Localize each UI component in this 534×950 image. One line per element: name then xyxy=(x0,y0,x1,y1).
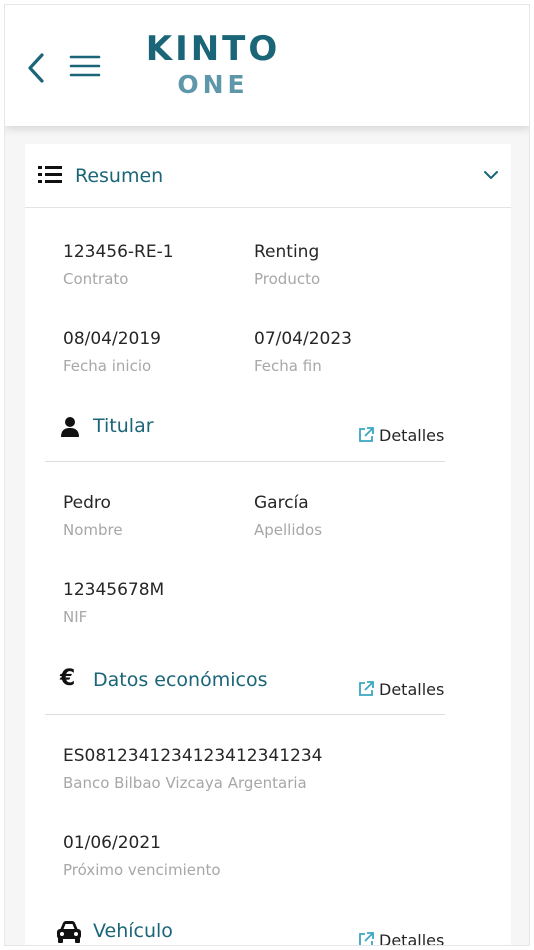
next-due-value: 01/06/2021 xyxy=(63,833,161,853)
nif-value: 12345678M xyxy=(63,580,165,600)
kinto-one-logo: KINTO ONE xyxy=(143,29,283,109)
contract-summary-card: Resumen 123456-RE-1 Contrato Renting Pro… xyxy=(25,144,511,946)
bank-name-label: Banco Bilbao Vizcaya Argentaria xyxy=(63,774,307,792)
name-value: Pedro xyxy=(63,493,111,513)
summary-section-toggle[interactable]: Resumen xyxy=(25,144,511,208)
user-icon xyxy=(61,417,79,437)
surname-field: García Apellidos xyxy=(254,491,322,541)
chevron-down-icon[interactable] xyxy=(483,168,499,182)
economic-details-link[interactable]: Detalles xyxy=(357,677,444,701)
surname-label: Apellidos xyxy=(254,521,323,539)
back-arrow-icon[interactable] xyxy=(25,51,47,85)
surname-value: García xyxy=(254,493,309,513)
hamburger-menu-icon[interactable] xyxy=(69,52,101,80)
external-link-icon xyxy=(359,932,374,945)
product-value: Renting xyxy=(254,242,320,262)
vehicle-details-label: Detalles xyxy=(379,930,445,946)
start-date-label: Fecha inicio xyxy=(63,357,152,375)
iban-value: ES0812341234123412341234 xyxy=(63,746,323,766)
product-field: Renting Producto xyxy=(254,240,320,290)
external-link-icon xyxy=(359,681,374,696)
economic-details-label: Detalles xyxy=(379,679,445,699)
end-date-value: 07/04/2023 xyxy=(254,329,352,349)
name-label: Nombre xyxy=(63,521,123,539)
name-field: Pedro Nombre xyxy=(63,491,123,541)
start-date-value: 08/04/2019 xyxy=(63,329,161,349)
logo-kinto-text: KINTO xyxy=(145,29,281,69)
contract-value: 123456-RE-1 xyxy=(63,242,174,262)
app-frame: KINTO ONE Resumen 123456-RE-1 Contrato R… xyxy=(4,4,530,946)
logo-one-text: ONE xyxy=(177,70,249,99)
contract-label: Contrato xyxy=(63,270,129,288)
economic-title: Datos económicos xyxy=(93,669,268,691)
euro-icon: € xyxy=(60,666,76,691)
end-date-field: 07/04/2023 Fecha fin xyxy=(254,327,352,377)
vehicle-title: Vehículo xyxy=(93,920,173,942)
iban-field: ES0812341234123412341234 Banco Bilbao Vi… xyxy=(63,744,322,794)
summary-title: Resumen xyxy=(75,165,164,187)
product-label: Producto xyxy=(254,270,321,288)
holder-details-label: Detalles xyxy=(379,425,445,445)
holder-details-link[interactable]: Detalles xyxy=(357,423,444,447)
start-date-field: 08/04/2019 Fecha inicio xyxy=(63,327,161,377)
car-icon xyxy=(57,921,81,943)
end-date-label: Fecha fin xyxy=(254,357,322,375)
list-icon xyxy=(38,166,62,183)
nif-field: 12345678M NIF xyxy=(63,578,164,628)
holder-divider xyxy=(45,461,445,462)
app-header: KINTO ONE xyxy=(5,5,529,126)
nif-label: NIF xyxy=(63,608,88,626)
holder-title: Titular xyxy=(93,415,154,437)
economic-divider xyxy=(45,714,445,715)
next-due-label: Próximo vencimiento xyxy=(63,861,221,879)
external-link-icon xyxy=(359,427,374,442)
contract-field: 123456-RE-1 Contrato xyxy=(63,240,174,290)
next-due-field: 01/06/2021 Próximo vencimiento xyxy=(63,831,221,881)
vehicle-details-link[interactable]: Detalles xyxy=(357,928,445,946)
